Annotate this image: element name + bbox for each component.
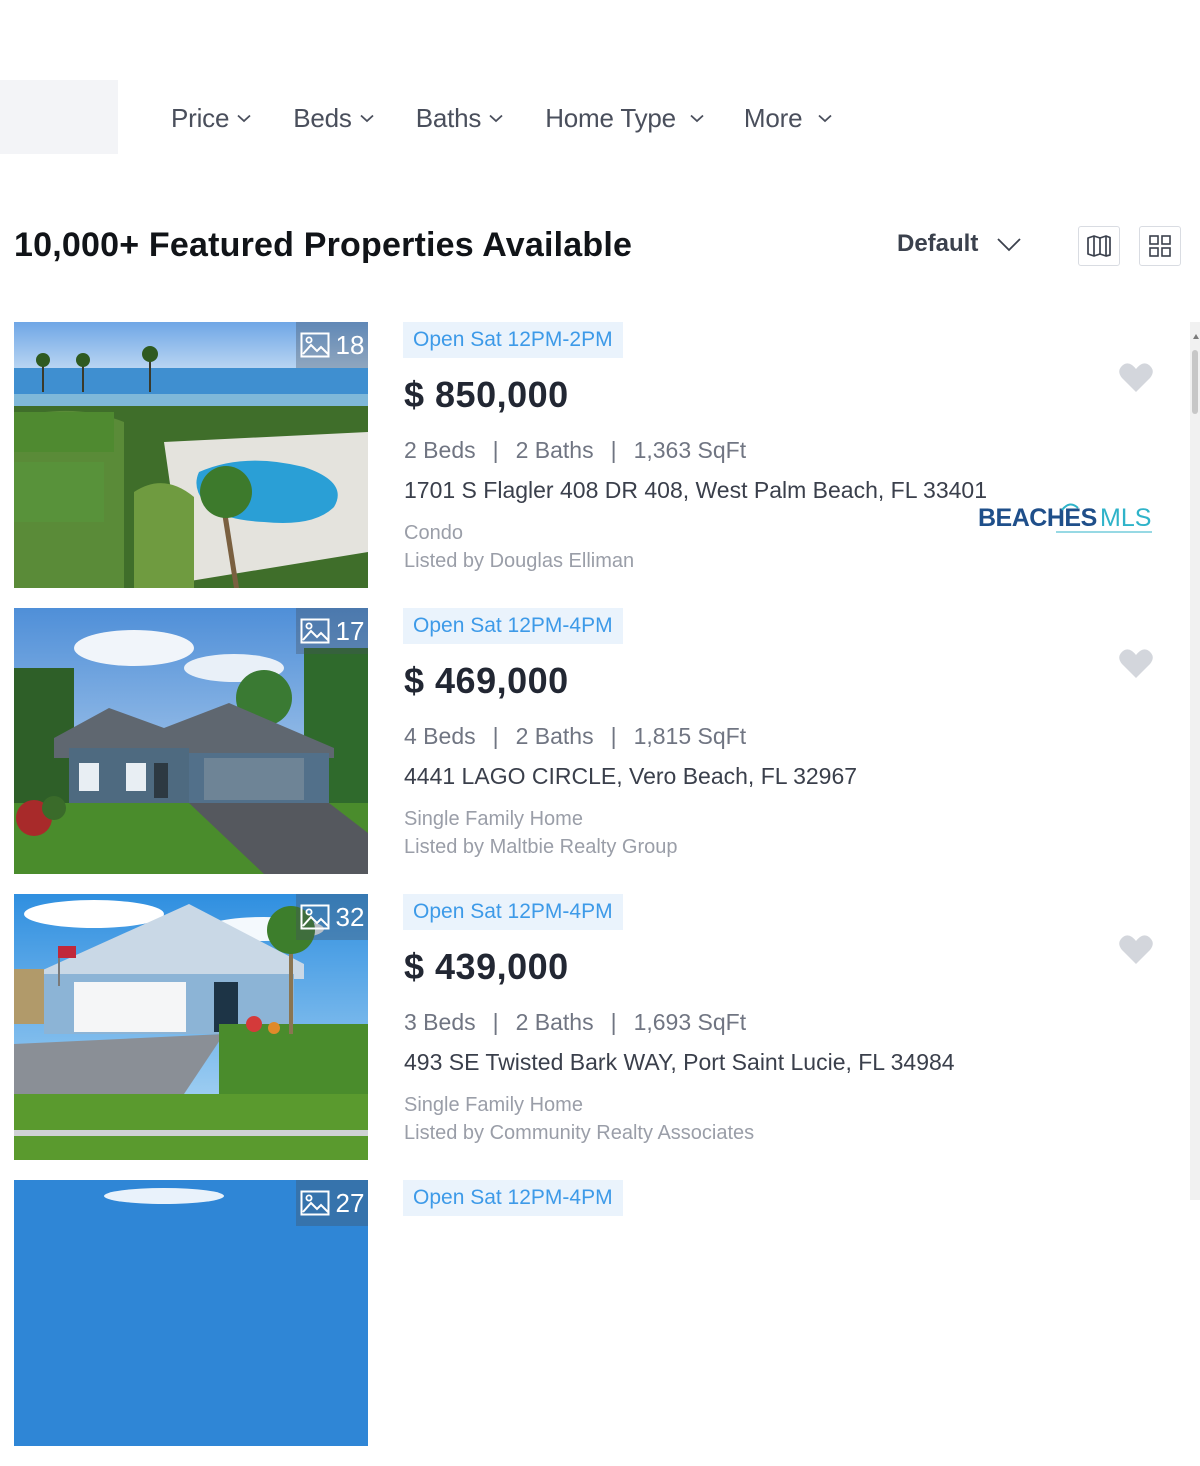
more-filter[interactable]: More <box>744 103 832 134</box>
baths-filter[interactable]: Baths <box>416 103 504 134</box>
listing-address[interactable]: 1701 S Flagler 408 DR 408, West Palm Bea… <box>404 477 987 504</box>
heart-icon <box>1119 935 1153 964</box>
baths-count: 2 Baths <box>515 1009 594 1035</box>
listing-price: $ 469,000 <box>404 660 569 701</box>
property-type: Condo <box>404 522 463 544</box>
sqft-value: 1,363 SqFt <box>633 437 747 463</box>
beds-filter-label: Beds <box>293 102 352 133</box>
sqft-value: 1,693 SqFt <box>633 1009 747 1035</box>
listing-specs: 2 Beds | 2 Baths | 1,363 SqFt <box>404 437 746 464</box>
listing-card[interactable]: 18 Open Sat 12PM-2PM $ 850,000 2 Beds | … <box>0 322 1190 608</box>
open-house-badge: Open Sat 12PM-4PM <box>403 1180 623 1216</box>
favorite-button[interactable] <box>1118 934 1154 971</box>
image-icon <box>300 904 330 930</box>
price-filter[interactable]: Price <box>171 103 251 134</box>
listed-by: Listed by Community Realty Associates <box>404 1122 755 1144</box>
mls-logo-name: BEACHES <box>978 504 1097 532</box>
favorite-button[interactable] <box>1118 362 1154 399</box>
chevron-down-icon <box>690 114 704 122</box>
listing-address[interactable]: 493 SE Twisted Bark WAY, Port Saint Luci… <box>404 1049 955 1076</box>
listed-by: Listed by Maltbie Realty Group <box>404 836 678 858</box>
chevron-down-icon <box>818 114 832 122</box>
spec-divider: | <box>610 1009 617 1035</box>
scrollbar-thumb[interactable] <box>1192 350 1198 414</box>
listing-address[interactable]: 4441 LAGO CIRCLE, Vero Beach, FL 32967 <box>404 763 857 790</box>
beds-count: 2 Beds <box>404 437 476 463</box>
scrollbar[interactable] <box>1190 322 1200 1200</box>
open-house-badge: Open Sat 12PM-2PM <box>403 322 623 358</box>
photo-count-value: 18 <box>335 329 365 360</box>
filter-bar: Price Beds Baths Home Type More <box>171 96 832 140</box>
grid-view-button[interactable] <box>1139 226 1181 266</box>
open-house-badge: Open Sat 12PM-4PM <box>403 894 623 930</box>
listing-card[interactable]: 32 Open Sat 12PM-4PM $ 439,000 3 Beds | … <box>0 894 1190 1180</box>
listing-card[interactable]: 17 Open Sat 12PM-4PM $ 469,000 4 Beds | … <box>0 608 1190 894</box>
sort-label: Default <box>897 230 979 257</box>
mls-logo-suffix: MLS <box>1100 504 1151 532</box>
baths-count: 2 Baths <box>515 723 594 749</box>
spec-divider: | <box>492 1009 499 1035</box>
baths-count: 2 Baths <box>515 437 594 463</box>
map-view-button[interactable] <box>1078 226 1120 266</box>
beaches-mls-logo: BEACHES MLS <box>978 496 1154 543</box>
spec-divider: | <box>610 723 617 749</box>
listing-photo[interactable]: 32 <box>14 894 368 1160</box>
image-icon <box>300 618 330 644</box>
photo-count-value: 27 <box>335 1187 365 1218</box>
beds-count: 3 Beds <box>404 1009 476 1035</box>
price-filter-label: Price <box>171 102 230 133</box>
home-type-filter[interactable]: Home Type <box>545 103 704 134</box>
listing-specs: 3 Beds | 2 Baths | 1,693 SqFt <box>404 1009 746 1036</box>
photo-count-value: 17 <box>335 615 365 646</box>
chevron-down-icon <box>237 114 251 122</box>
beds-filter[interactable]: Beds <box>293 102 374 134</box>
property-type: Single Family Home <box>404 1094 583 1116</box>
grid-icon <box>1149 235 1171 257</box>
sqft-value: 1,815 SqFt <box>633 723 747 749</box>
heart-icon <box>1119 363 1153 392</box>
chevron-down-icon <box>997 237 1021 251</box>
search-box[interactable] <box>0 80 118 154</box>
photo-count-badge: 27 <box>296 1180 368 1226</box>
baths-filter-label: Baths <box>415 102 482 133</box>
photo-count-badge: 18 <box>296 322 368 368</box>
listed-by: Listed by Douglas Elliman <box>404 550 635 572</box>
image-icon <box>300 1190 330 1216</box>
more-filter-label: More <box>743 102 803 133</box>
listing-photo[interactable]: 17 <box>14 608 368 874</box>
listing-specs: 4 Beds | 2 Baths | 1,815 SqFt <box>404 723 746 750</box>
beds-count: 4 Beds <box>404 723 476 749</box>
listing-price: $ 850,000 <box>404 374 569 415</box>
map-icon <box>1087 235 1111 257</box>
photo-count-value: 32 <box>335 901 365 932</box>
scroll-up-arrow-icon[interactable] <box>1193 334 1199 339</box>
image-icon <box>300 332 330 358</box>
results-heading: 10,000+ Featured Properties Available <box>14 226 633 264</box>
sort-dropdown[interactable]: Default <box>897 230 1022 258</box>
open-house-badge: Open Sat 12PM-4PM <box>403 608 623 644</box>
spec-divider: | <box>492 723 499 749</box>
heart-icon <box>1119 649 1153 678</box>
property-type: Single Family Home <box>404 808 583 830</box>
listing-photo[interactable]: 27 <box>14 1180 368 1446</box>
favorite-button[interactable] <box>1118 648 1154 685</box>
listing-list: 18 Open Sat 12PM-2PM $ 850,000 2 Beds | … <box>0 322 1190 1466</box>
photo-count-badge: 32 <box>296 894 368 940</box>
home-type-filter-label: Home Type <box>545 102 676 133</box>
spec-divider: | <box>492 437 499 463</box>
listing-price: $ 439,000 <box>404 946 569 987</box>
listing-photo[interactable]: 18 <box>14 322 368 588</box>
photo-count-badge: 17 <box>296 608 368 654</box>
listing-card[interactable]: 27 Open Sat 12PM-4PM <box>0 1180 1190 1466</box>
chevron-down-icon <box>360 114 374 122</box>
chevron-down-icon <box>489 114 503 122</box>
spec-divider: | <box>610 437 617 463</box>
